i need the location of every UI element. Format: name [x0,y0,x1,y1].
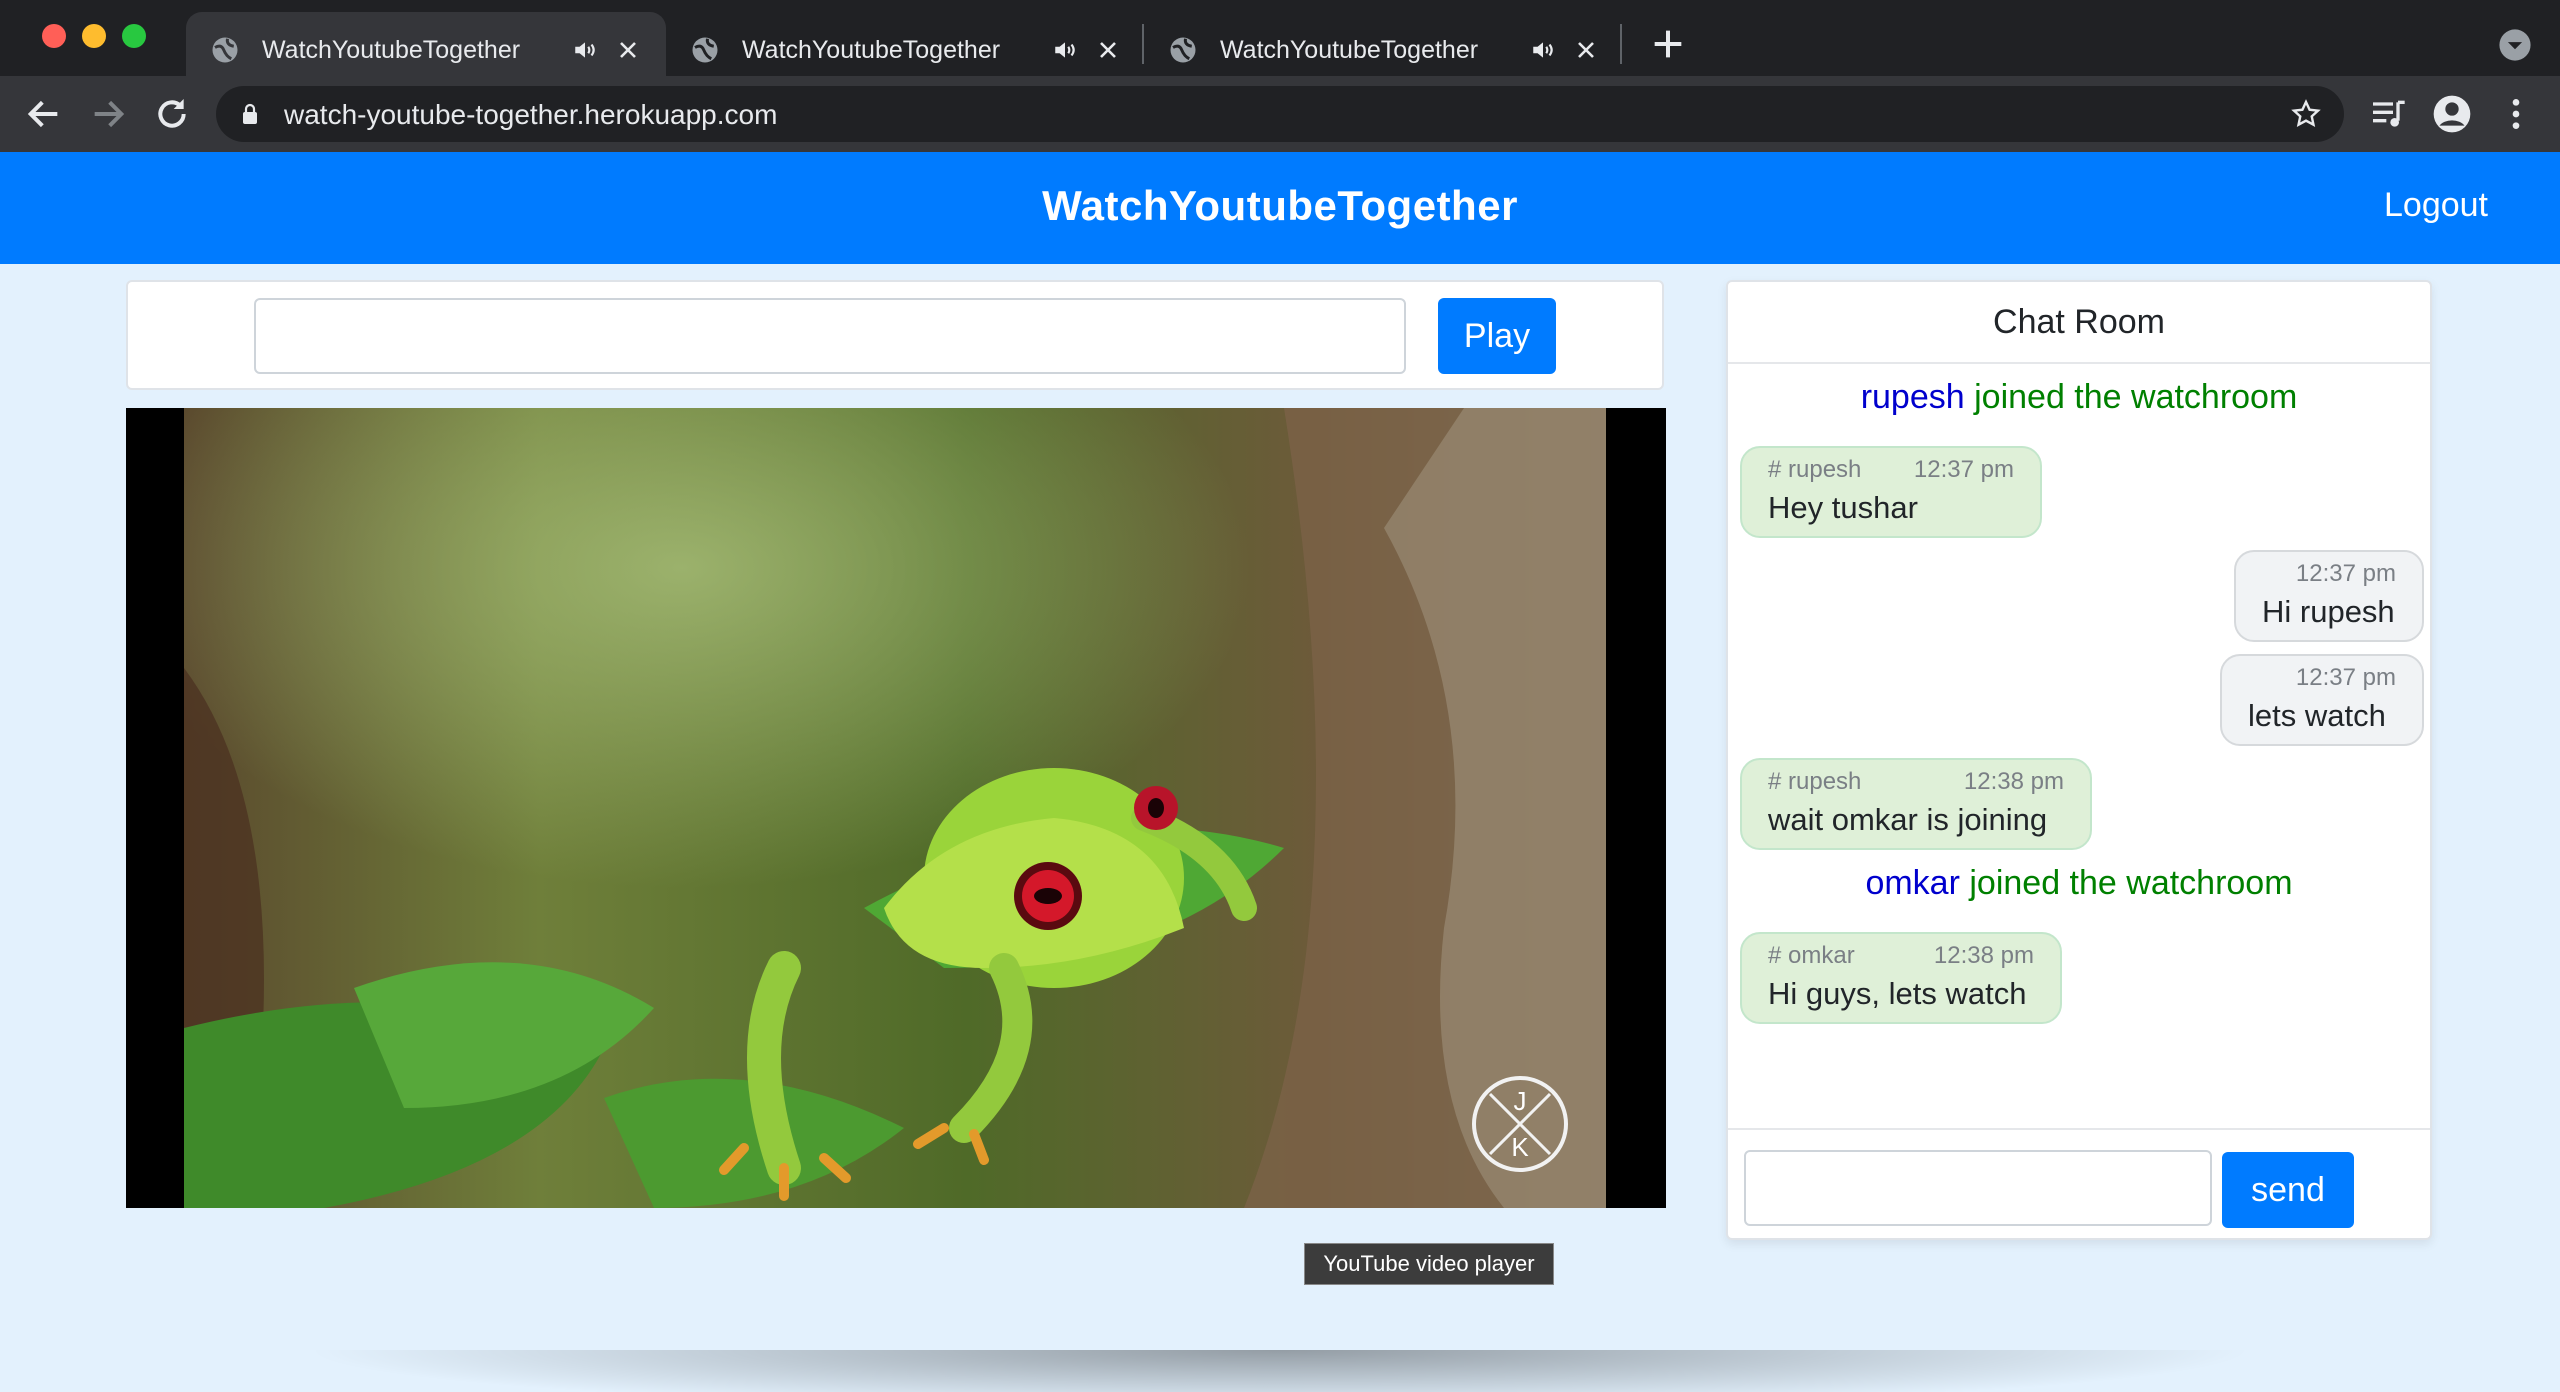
message-text: Hi rupesh [2262,594,2395,629]
chat-message: # rupesh 12:38 pm wait omkar is joining [1740,758,2092,850]
svg-text:J: J [1514,1086,1527,1116]
message-time: 12:37 pm [2295,560,2396,587]
close-tab-icon[interactable] [1574,38,1598,62]
join-notice-user: rupesh [1860,378,1965,416]
media-control-icon[interactable] [2368,94,2408,134]
youtube-video-player[interactable]: J K [126,408,1666,1208]
reload-icon[interactable] [152,94,192,134]
send-button[interactable]: send [2222,1152,2354,1228]
video-url-input[interactable] [254,298,1406,374]
browser-tabstrip: WatchYoutubeTogether WatchYoutubeTogethe… [0,0,2560,88]
new-tab-icon[interactable] [1648,24,1688,64]
minimize-window-button[interactable] [82,24,106,48]
join-notice-user: omkar [1865,864,1960,902]
message-text: Hi guys, lets watch [1768,976,2027,1011]
chat-message: # omkar 12:38 pm Hi guys, lets watch [1740,932,2062,1024]
join-notice: omkar joined the watchroom [1728,864,2430,903]
browser-menu-icon[interactable] [2496,94,2536,134]
speaker-icon[interactable] [572,37,598,63]
back-icon[interactable] [24,94,64,134]
app-navbar: WatchYoutubeTogether Logout [0,152,2560,264]
close-tab-icon[interactable] [1096,38,1120,62]
profile-icon[interactable] [2432,94,2472,134]
message-text: wait omkar is joining [1768,802,2048,837]
url-text: watch-youtube-together.herokuapp.com [284,99,778,130]
message-text: Hey tushar [1768,490,1918,525]
message-sender: # omkar [1768,942,1855,969]
bookmark-star-icon[interactable] [2290,98,2322,130]
speaker-icon[interactable] [1530,37,1556,63]
message-time: 12:37 pm [1913,456,2014,483]
message-sender: # rupesh [1768,768,1862,795]
chat-room-title: Chat Room [1728,282,2430,364]
tab-title: WatchYoutubeTogether [262,35,521,64]
chat-input-bar: send [1728,1128,2430,1238]
chat-message: # rupesh 12:37 pm Hey tushar [1740,446,2042,538]
page-bottom-shadow [300,1350,2260,1392]
lock-icon[interactable] [240,102,260,126]
message-time: 12:38 pm [1933,942,2034,969]
globe-icon [212,37,238,63]
message-sender: # rupesh [1768,456,1862,483]
close-tab-icon[interactable] [616,38,640,62]
svg-text:K: K [1511,1132,1529,1162]
message-time: 12:37 pm [2295,664,2396,691]
join-notice-text: joined the watchroom [1969,864,2293,902]
join-notice: rupesh joined the watchroom [1728,378,2430,417]
video-url-card: Play [126,280,1664,390]
message-time: 12:38 pm [1963,768,2064,795]
message-text: lets watch [2248,698,2386,733]
globe-icon [692,37,718,63]
tab-title: WatchYoutubeTogether [1220,35,1479,64]
logout-link[interactable]: Logout [2384,186,2488,225]
video-frame-frog: J K [184,408,1606,1208]
maximize-window-button[interactable] [122,24,146,48]
address-bar[interactable]: watch-youtube-together.herokuapp.com [216,86,2344,142]
tab-title: WatchYoutubeTogether [742,35,1001,64]
brand-title[interactable]: WatchYoutubeTogether [0,182,2560,230]
close-window-button[interactable] [42,24,66,48]
join-notice-text: joined the watchroom [1974,378,2298,416]
globe-icon [1170,37,1196,63]
chat-room-panel: Chat Room rupesh joined the watchroom # … [1726,280,2432,1240]
tab-separator [1620,24,1622,64]
tab-search-icon[interactable] [2498,28,2532,62]
player-tooltip: YouTube video player [1304,1243,1554,1285]
chat-message-own: 12:37 pm lets watch [2220,654,2424,746]
chat-message-own: 12:37 pm Hi rupesh [2234,550,2424,642]
forward-icon[interactable] [88,94,128,134]
chat-message-input[interactable] [1744,1150,2212,1226]
speaker-icon[interactable] [1052,37,1078,63]
play-button[interactable]: Play [1438,298,1556,374]
